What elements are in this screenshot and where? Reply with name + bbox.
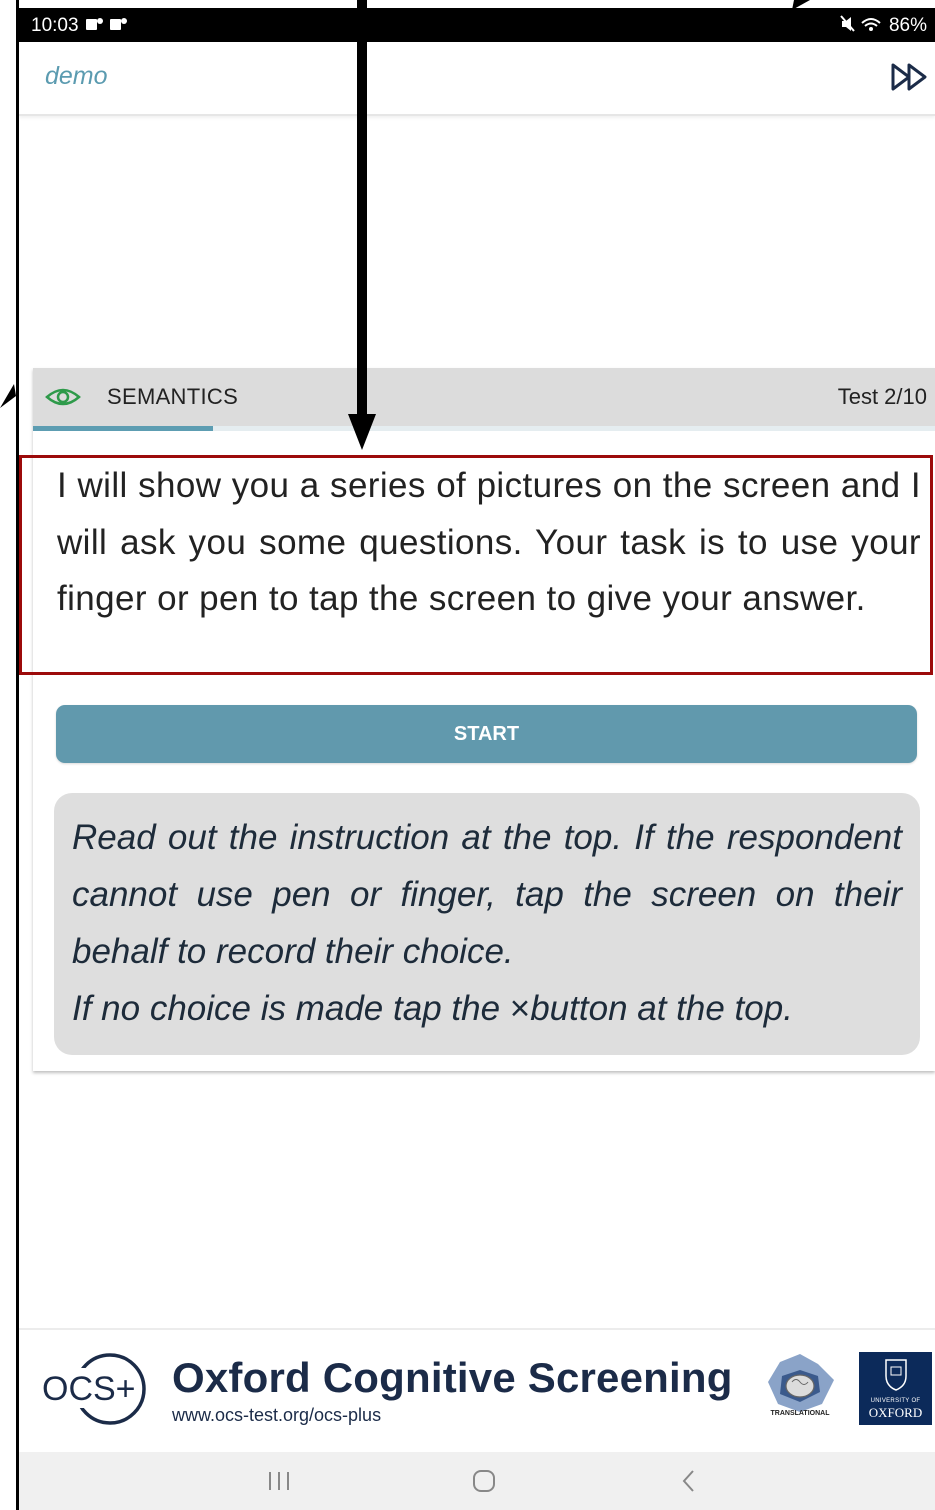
progress-bar <box>33 426 935 431</box>
test-counter: Test 2/10 <box>837 384 927 409</box>
examiner-note-text: Read out the instruction at the top. If … <box>72 809 902 1037</box>
examiner-note: Read out the instruction at the top. If … <box>54 793 920 1055</box>
recent-apps-button[interactable] <box>259 1466 299 1496</box>
recent-apps-icon <box>269 1472 289 1490</box>
battery-level: 86% <box>888 15 927 36</box>
annotation-arrow-partial-left <box>0 384 16 408</box>
ocs-logo-text: OCS+ <box>42 1370 136 1408</box>
home-icon <box>473 1470 495 1492</box>
back-icon <box>682 1470 694 1492</box>
status-time: 10:03 <box>31 15 79 36</box>
skip-button[interactable] <box>889 60 935 94</box>
ocs-plus-logo: OCS+ <box>42 1353 146 1425</box>
oxford-small-text: UNIVERSITY OF <box>870 1398 921 1404</box>
mute-wifi-icon <box>839 15 881 32</box>
demo-label: demo <box>45 62 108 90</box>
back-button[interactable] <box>669 1466 709 1496</box>
home-button[interactable] <box>464 1466 504 1496</box>
progress-bar-fill <box>33 426 214 431</box>
app-bar: demo <box>19 42 935 116</box>
device-frame-edge <box>16 0 19 1510</box>
note-second-line: If no choice is made tap the ×button at … <box>72 980 902 1037</box>
status-bar: 10:03 86% <box>19 8 935 42</box>
times-symbol: × <box>509 989 531 1028</box>
section-title: SEMANTICS <box>107 384 239 409</box>
eye-icon[interactable] <box>45 385 81 409</box>
instruction-highlight: I will show you a series of pictures on … <box>19 455 933 675</box>
translational-label: TRANSLATIONAL <box>770 1410 830 1417</box>
teams-notification-icon <box>85 15 131 37</box>
footer-url[interactable]: www.ocs-test.org/ocs-plus <box>172 1405 381 1426</box>
fast-forward-icon <box>891 63 927 91</box>
start-button[interactable]: START <box>56 705 917 763</box>
annotation-arrow-shaft <box>357 0 367 418</box>
oxford-crest-icon <box>885 1359 907 1391</box>
footer-divider <box>19 1328 935 1330</box>
system-nav-bar <box>19 1452 935 1510</box>
note-prefix: If no choice is made tap the <box>72 989 510 1028</box>
oxford-logo: UNIVERSITY OF OXFORD <box>859 1352 932 1425</box>
note-suffix: button at the top. <box>530 989 793 1028</box>
footer-title: Oxford Cognitive Screening <box>172 1354 733 1401</box>
note-main: Read out the instruction at the top. If … <box>72 818 902 971</box>
instruction-text: I will show you a series of pictures on … <box>57 466 921 618</box>
status-right: 86% <box>839 15 927 37</box>
card-header: SEMANTICS Test 2/10 <box>33 368 935 426</box>
annotation-arrow-head <box>348 414 376 450</box>
annotation-arrow-partial-top <box>792 0 810 10</box>
oxford-name: OXFORD <box>868 1405 923 1420</box>
